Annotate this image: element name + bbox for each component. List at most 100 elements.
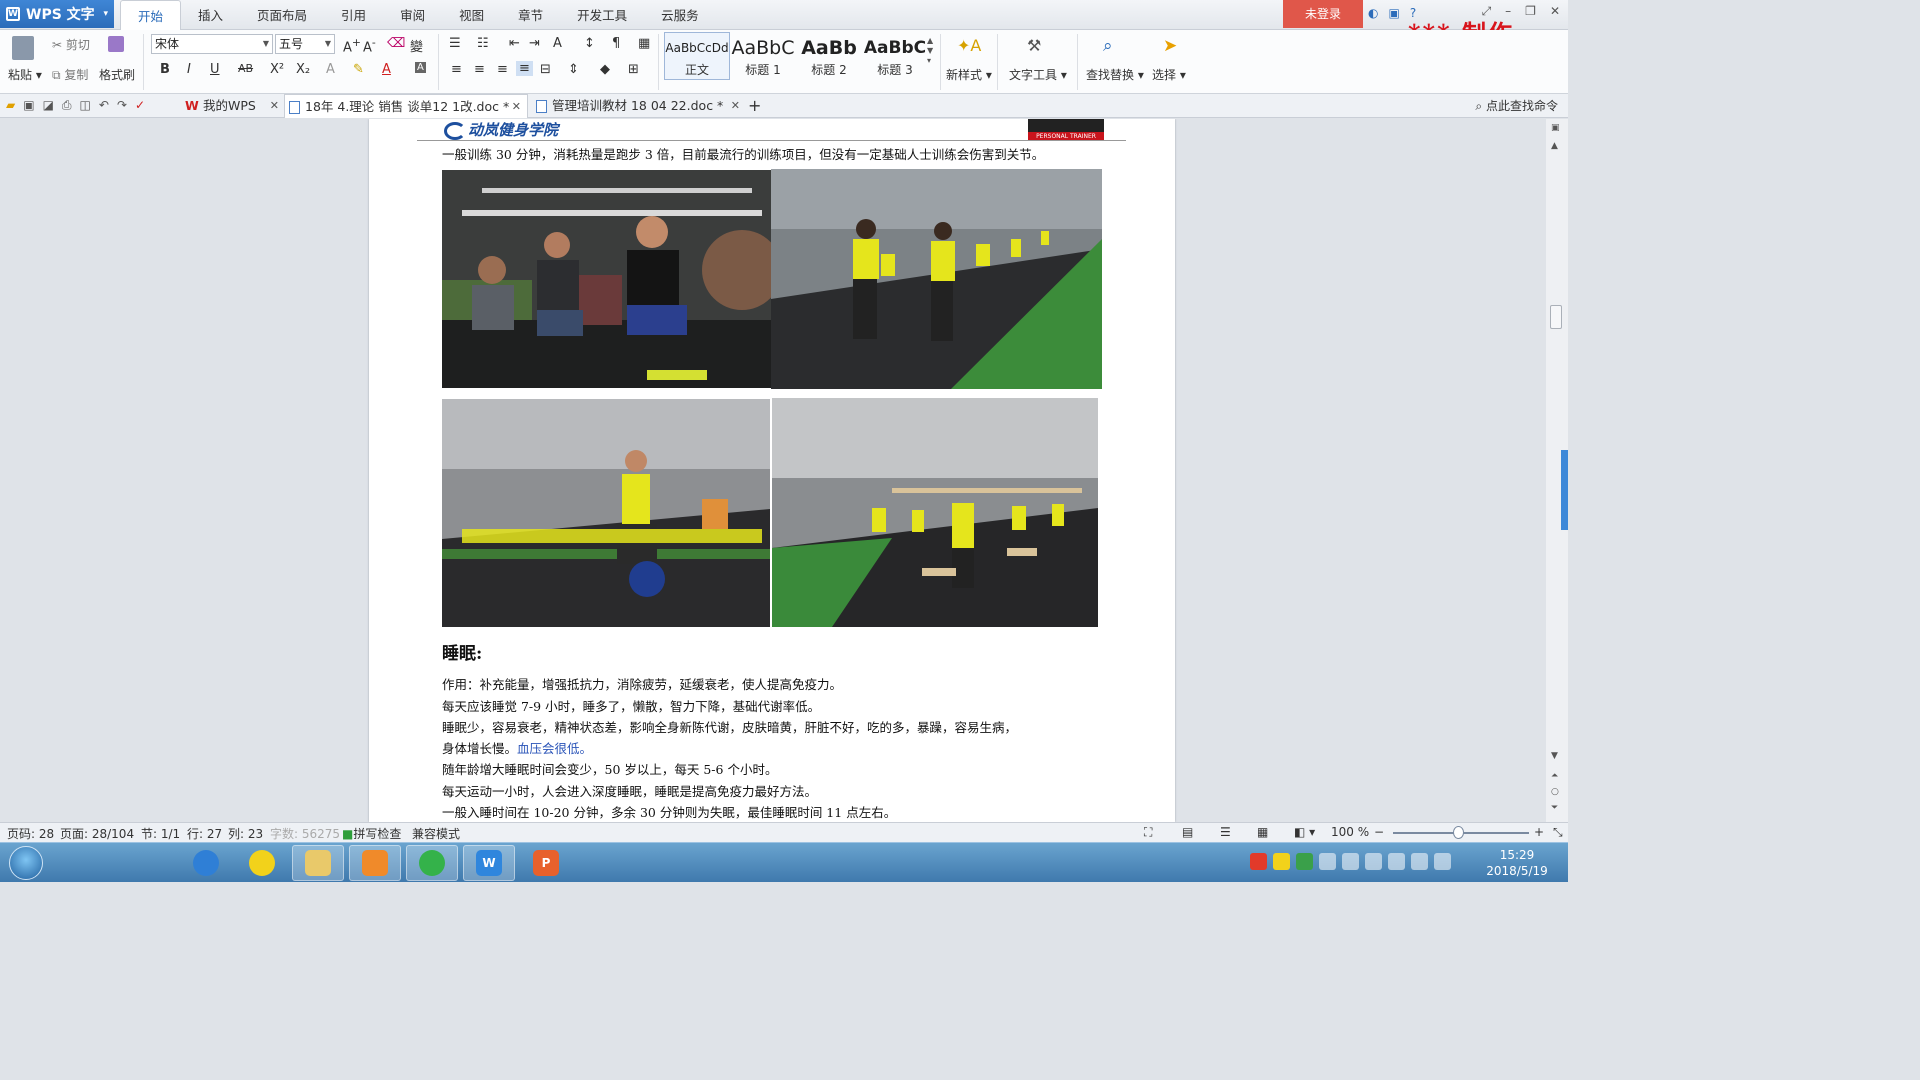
- network-helper-icon[interactable]: [1296, 853, 1313, 870]
- signal-icon[interactable]: [1388, 853, 1405, 870]
- line-spacing-icon[interactable]: ⇕: [568, 62, 579, 77]
- menu-tab-cloud[interactable]: 云服务: [644, 0, 716, 30]
- close-tab-icon[interactable]: ✕: [512, 95, 521, 119]
- bold-icon[interactable]: B: [160, 62, 170, 77]
- save-icon[interactable]: ▣: [23, 98, 34, 113]
- sogou-input-icon[interactable]: [1250, 853, 1267, 870]
- scrollbar-thumb[interactable]: [1550, 305, 1562, 329]
- align-left-icon[interactable]: ≡: [451, 62, 462, 77]
- scroll-down-icon[interactable]: ▼: [1551, 751, 1558, 761]
- select-button[interactable]: 选择 ▾: [1152, 66, 1186, 83]
- prev-page-icon[interactable]: ⏶: [1551, 771, 1558, 781]
- export-pdf-icon[interactable]: ◪: [43, 98, 54, 113]
- find-replace-icon[interactable]: ⌕: [1103, 36, 1113, 56]
- taskbar-explorer[interactable]: [292, 845, 344, 881]
- align-right-icon[interactable]: ≡: [497, 62, 508, 77]
- justify-icon[interactable]: ≡: [516, 61, 533, 76]
- print-preview-icon[interactable]: ◫: [80, 98, 91, 113]
- menu-tab-home[interactable]: 开始: [120, 0, 182, 30]
- close-tab-icon[interactable]: ✕: [270, 94, 279, 118]
- show-marks-icon[interactable]: ¶: [612, 36, 620, 51]
- sort-icon[interactable]: ↕: [584, 36, 595, 51]
- style-gallery-scroll-icon[interactable]: ▲ ▼ ▾: [927, 36, 933, 66]
- taskbar-media[interactable]: [236, 845, 288, 881]
- scroll-up-icon[interactable]: ▲: [1551, 141, 1558, 151]
- document-page[interactable]: 动岚健身学院 PERSONAL TRAINER 一般训练 30 分钟，消耗热量是…: [369, 119, 1175, 822]
- font-size-select[interactable]: 五号 ▼: [275, 34, 335, 54]
- full-screen-icon[interactable]: ⛶: [1144, 825, 1152, 840]
- next-page-icon[interactable]: ⏷: [1551, 803, 1558, 813]
- skin-icon[interactable]: ◐: [1368, 6, 1378, 20]
- shading-icon[interactable]: ◆: [600, 62, 610, 77]
- status-collapse-icon[interactable]: ⤡: [1553, 825, 1563, 840]
- menu-tab-page-layout[interactable]: 页面布局: [240, 0, 324, 30]
- clear-format-icon[interactable]: ⌫: [387, 36, 405, 51]
- style-heading-1[interactable]: AaBbC 标题 1: [730, 32, 796, 80]
- text-effect-icon[interactable]: A: [326, 62, 335, 77]
- highlight-icon[interactable]: ✎: [353, 62, 364, 77]
- command-search[interactable]: ⌕ 点此查找命令: [1475, 94, 1558, 118]
- shrink-font-icon[interactable]: A-: [363, 36, 376, 55]
- zoom-options-icon[interactable]: ◧ ▾: [1294, 825, 1315, 839]
- tab-document[interactable]: 管理培训教材 18 04 22.doc * ✕: [532, 94, 740, 118]
- status-page[interactable]: 页面: 28/104: [60, 825, 134, 842]
- status-word-count[interactable]: 字数: 56275: [270, 825, 340, 842]
- menu-tab-developer[interactable]: 开发工具: [560, 0, 644, 30]
- open-icon[interactable]: ▰: [6, 98, 15, 113]
- font-name-select[interactable]: 宋体 ▼: [151, 34, 273, 54]
- text-tools-button[interactable]: 文字工具 ▾: [1009, 66, 1067, 83]
- superscript-icon[interactable]: X²: [270, 62, 284, 77]
- page-view-icon[interactable]: ▤: [1182, 825, 1193, 839]
- numbered-list-icon[interactable]: ☷: [477, 36, 489, 51]
- feedback-icon[interactable]: ▣: [1388, 6, 1399, 20]
- close-icon[interactable]: ✕: [1550, 4, 1560, 19]
- close-tab-icon[interactable]: ✕: [731, 94, 740, 118]
- find-replace-button[interactable]: 查找替换 ▾: [1086, 66, 1144, 83]
- spell-check-toggle[interactable]: ■拼写检查: [342, 825, 401, 842]
- tab-my-wps[interactable]: W 我的WPS ✕: [183, 94, 279, 118]
- paste-icon[interactable]: [12, 36, 34, 63]
- taskbar-ie[interactable]: [180, 845, 232, 881]
- print-icon[interactable]: ⎙: [62, 98, 72, 113]
- start-button[interactable]: [9, 846, 43, 880]
- outline-view-icon[interactable]: ☰: [1220, 825, 1231, 839]
- hyperlink-text[interactable]: 血压会很低。: [517, 741, 592, 756]
- decrease-indent-icon[interactable]: ⇤: [509, 36, 520, 51]
- style-heading-2[interactable]: AaBb 标题 2: [796, 32, 862, 80]
- new-style-button[interactable]: 新样式 ▾: [946, 66, 992, 83]
- new-style-icon[interactable]: ✦A: [957, 36, 981, 55]
- style-heading-3[interactable]: AaBbC 标题 3: [862, 32, 928, 80]
- italic-icon[interactable]: I: [187, 62, 191, 77]
- app-menu-button[interactable]: W WPS 文字 ▾: [0, 0, 114, 28]
- paste-button[interactable]: 粘贴 ▾: [8, 66, 42, 83]
- cut-button[interactable]: ✂ 剪切: [52, 36, 90, 53]
- usb-icon[interactable]: [1319, 853, 1336, 870]
- increase-indent-icon[interactable]: ⇥: [529, 36, 540, 51]
- align-center-icon[interactable]: ≡: [474, 62, 485, 77]
- zoom-level[interactable]: 100 %: [1331, 825, 1369, 839]
- style-normal[interactable]: AaBbCcDd 正文: [664, 32, 730, 80]
- table-grid-icon[interactable]: ▦: [638, 36, 650, 51]
- strikethrough-icon[interactable]: AB: [238, 62, 253, 75]
- redo-icon[interactable]: ↷: [117, 98, 127, 113]
- web-view-icon[interactable]: ▦: [1257, 825, 1268, 839]
- phonetic-icon[interactable]: 變: [410, 36, 423, 55]
- taskbar-wps-writer[interactable]: W: [463, 845, 515, 881]
- split-view-icon[interactable]: ▣: [1551, 123, 1560, 133]
- taskbar-clock[interactable]: 15:29 2018/5/19: [1484, 847, 1550, 879]
- display-icon[interactable]: [1411, 853, 1428, 870]
- bullet-list-icon[interactable]: ☰: [449, 36, 461, 51]
- zoom-slider-knob[interactable]: [1453, 826, 1464, 839]
- zoom-out-icon[interactable]: −: [1374, 825, 1384, 839]
- login-button[interactable]: 未登录: [1283, 0, 1363, 28]
- security-icon[interactable]: [1273, 853, 1290, 870]
- menu-tab-references[interactable]: 引用: [324, 0, 383, 30]
- distribute-icon[interactable]: ⊟: [540, 62, 551, 77]
- taskbar-video[interactable]: [349, 845, 401, 881]
- tab-document-active[interactable]: 18年 4.理论 销售 谈单12 1改.doc * ✕: [284, 94, 528, 118]
- maximize-icon[interactable]: ❐: [1525, 4, 1536, 19]
- menu-tab-insert[interactable]: 插入: [181, 0, 240, 30]
- new-tab-icon[interactable]: +: [748, 94, 761, 118]
- zoom-in-icon[interactable]: +: [1534, 825, 1544, 839]
- taskbar-wps-presentation[interactable]: P: [520, 845, 572, 881]
